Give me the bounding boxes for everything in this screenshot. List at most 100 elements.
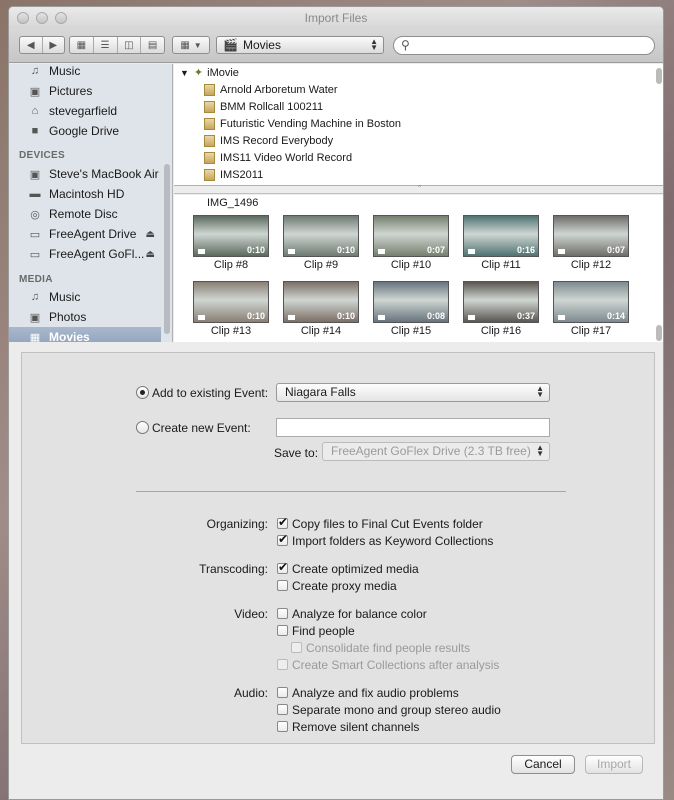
clip-item[interactable]: 0:07 Clip #12	[553, 215, 629, 271]
zoom-button[interactable]	[55, 12, 67, 24]
clip-duration: 0:10	[246, 245, 265, 255]
clip-thumbnail: 0:07	[553, 215, 629, 257]
clip-label: Clip #16	[480, 325, 522, 337]
video-camera-icon	[378, 249, 385, 254]
close-button[interactable]	[17, 12, 29, 24]
browser-root-row[interactable]: ▼ ✦ iMovie	[180, 64, 239, 81]
clip-item[interactable]: 0:10 Clip #13	[193, 281, 269, 337]
clip-label: Clip #12	[570, 259, 612, 271]
sidebar-item-freeagent-goflex[interactable]: ▭ FreeAgent GoFl... ⏏	[9, 244, 161, 264]
icon-view-icon[interactable]: ▦	[70, 40, 93, 51]
sidebar-scrollbar[interactable]	[164, 164, 170, 334]
sidebar-item-movies[interactable]: ▦ Movies	[9, 327, 161, 342]
clip-label: Clip #10	[390, 259, 432, 271]
list-view-icon[interactable]: ☰	[94, 40, 117, 51]
clip-thumbnail: 0:07	[373, 215, 449, 257]
sidebar-item-freeagent-drive[interactable]: ▭ FreeAgent Drive ⏏	[9, 224, 161, 244]
analyze-balance-checkbox[interactable]	[277, 608, 288, 619]
clip-duration: 0:07	[606, 245, 625, 255]
video-camera-icon	[198, 249, 205, 254]
new-event-name-input[interactable]	[276, 418, 550, 437]
clip-item[interactable]: 0:10 Clip #9	[283, 215, 359, 271]
laptop-icon: ▣	[29, 168, 41, 181]
sidebar-item-photos[interactable]: ▣ Photos	[9, 307, 161, 327]
disclosure-triangle-icon[interactable]: ▼	[180, 68, 189, 78]
back-icon[interactable]: ◀	[20, 40, 42, 51]
import-folders-checkbox[interactable]	[277, 532, 288, 546]
browser-folder-row[interactable]: IMS11 Video World Record	[204, 149, 352, 166]
analyze-audio-checkbox[interactable]	[277, 687, 288, 698]
video-camera-icon	[198, 315, 205, 320]
clip-label: Clip #13	[210, 325, 252, 337]
remove-silent-checkbox[interactable]	[277, 721, 288, 732]
eject-icon[interactable]: ⏏	[146, 249, 155, 260]
sidebar-item-macintosh-hd[interactable]: ▬ Macintosh HD	[9, 184, 161, 204]
minimize-button[interactable]	[36, 12, 48, 24]
import-files-window: Import Files ◀ ▶ ▦ ☰ ◫ ▤ ▦ ▼ 🎬 Movies ▲ ▼…	[8, 6, 664, 800]
browser-folder-row[interactable]: IMS2011	[204, 166, 263, 183]
sidebar-item-music[interactable]: ♫ Music	[9, 64, 161, 81]
smart-collections-checkbox[interactable]	[277, 659, 288, 670]
clip-thumbnail: 0:14	[553, 281, 629, 323]
back-forward-control[interactable]: ◀ ▶	[19, 36, 65, 54]
clip-label: Clip #11	[481, 259, 521, 271]
separate-mono-label: Separate mono and group stereo audio	[292, 703, 501, 717]
sidebar: ♫ Music ▣ Pictures ⌂ stevegarfield ■ Goo…	[9, 64, 173, 342]
eject-icon[interactable]: ⏏	[146, 229, 155, 240]
music-icon: ♫	[30, 65, 40, 77]
view-mode-control[interactable]: ▦ ☰ ◫ ▤	[69, 36, 165, 54]
cancel-button[interactable]: Cancel	[511, 755, 575, 774]
create-new-radio[interactable]	[136, 421, 149, 434]
video-camera-icon	[288, 315, 295, 320]
clip-folder-label: IMG_1496	[207, 197, 259, 209]
create-new-label: Create new Event:	[152, 421, 251, 435]
star-icon: ✦	[193, 67, 204, 79]
event-folder-icon	[204, 168, 215, 181]
save-to-select[interactable]: FreeAgent GoFlex Drive (2.3 TB free) ▲ ▼	[322, 442, 550, 461]
sidebar-item-remote-disc[interactable]: ◎ Remote Disc	[9, 204, 161, 224]
camera-icon: ▣	[29, 85, 41, 98]
sidebar-item-google-drive[interactable]: ■ Google Drive	[9, 121, 161, 141]
video-camera-icon	[558, 315, 565, 320]
create-optimized-checkbox[interactable]	[277, 560, 288, 574]
browser-folder-row[interactable]: IMS Record Everybody	[204, 132, 333, 149]
browser-scrollbar[interactable]	[656, 68, 662, 84]
sidebar-item-pictures[interactable]: ▣ Pictures	[9, 81, 161, 101]
disc-icon: ◎	[30, 208, 40, 221]
location-popup[interactable]: 🎬 Movies ▲ ▼	[216, 36, 384, 54]
clip-item[interactable]: 0:16 Clip #11	[463, 215, 539, 271]
consolidate-people-checkbox[interactable]	[291, 642, 302, 653]
add-existing-radio[interactable]	[136, 386, 149, 399]
search-input[interactable]: ⚲	[393, 36, 655, 55]
hard-drive-icon: ▬	[29, 188, 41, 200]
create-proxy-checkbox[interactable]	[277, 580, 288, 591]
coverflow-view-icon[interactable]: ▤	[141, 40, 164, 51]
browser-folder-row[interactable]: Futuristic Vending Machine in Boston	[204, 115, 401, 132]
find-people-checkbox[interactable]	[277, 625, 288, 636]
pane-splitter[interactable]: ⌃	[174, 185, 663, 194]
column-view-icon[interactable]: ◫	[118, 40, 141, 51]
grid-icon: ▦	[180, 39, 190, 51]
browser-folder-row[interactable]: BMM Rollcall 100211	[204, 98, 323, 115]
browser-folder-row[interactable]: Arnold Arboretum Water	[204, 81, 338, 98]
analyze-audio-label: Analyze and fix audio problems	[292, 686, 459, 700]
arrange-button[interactable]: ▦ ▼	[172, 36, 210, 54]
import-button[interactable]: Import	[585, 755, 643, 774]
clip-item[interactable]: 0:10 Clip #8	[193, 215, 269, 271]
sidebar-item-media-music[interactable]: ♫ Music	[9, 287, 161, 307]
forward-icon[interactable]: ▶	[43, 40, 65, 51]
separate-mono-checkbox[interactable]	[277, 704, 288, 715]
existing-event-select[interactable]: Niagara Falls ▲ ▼	[276, 383, 550, 402]
sidebar-item-home[interactable]: ⌂ stevegarfield	[9, 101, 161, 121]
clip-grid-scrollbar[interactable]	[656, 325, 662, 341]
consolidate-people-label: Consolidate find people results	[306, 641, 471, 655]
clip-item[interactable]: 0:10 Clip #14	[283, 281, 359, 337]
copy-files-checkbox[interactable]	[277, 515, 288, 529]
clip-item[interactable]: 0:08 Clip #15	[373, 281, 449, 337]
clip-item[interactable]: 0:37 Clip #16	[463, 281, 539, 337]
clip-item[interactable]: 0:14 Clip #17	[553, 281, 629, 337]
sidebar-item-macbook[interactable]: ▣ Steve's MacBook Air	[9, 164, 161, 184]
video-camera-icon	[378, 315, 385, 320]
clip-item[interactable]: 0:07 Clip #10	[373, 215, 449, 271]
clip-label: Clip #9	[303, 259, 339, 271]
